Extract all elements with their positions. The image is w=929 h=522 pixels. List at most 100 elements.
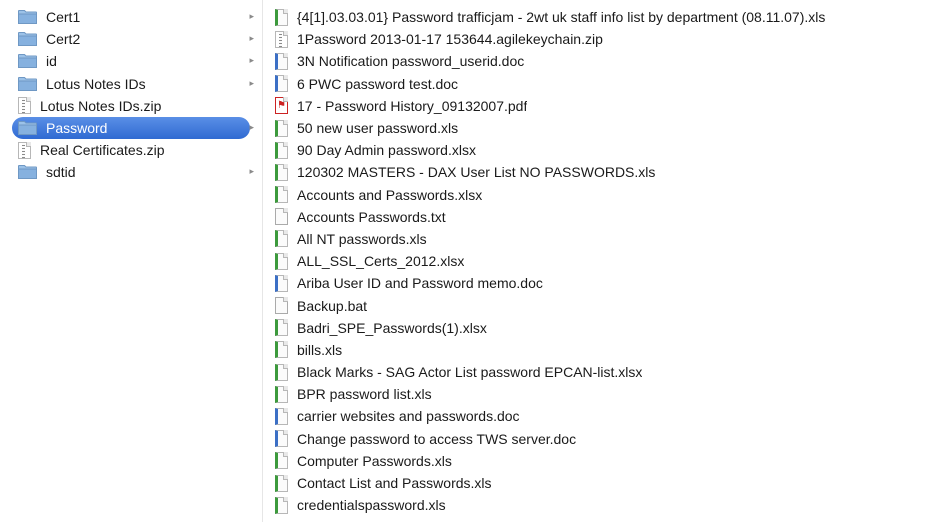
file-item-row[interactable]: 120302 MASTERS - DAX User List NO PASSWO… [263, 161, 929, 183]
file-item-row[interactable]: credentialspassword.xls [263, 494, 929, 516]
spreadsheet-file-icon [275, 363, 288, 381]
spreadsheet-file-icon [275, 252, 288, 270]
spreadsheet-file-icon [275, 319, 288, 337]
file-item-row[interactable]: carrier websites and passwords.doc [263, 405, 929, 427]
spreadsheet-file-icon [275, 8, 288, 26]
file-item-label: Computer Passwords.xls [297, 452, 452, 469]
sidebar-item-row[interactable]: sdtid ▸ [0, 161, 262, 183]
file-item-label: Badri_SPE_Passwords(1).xlsx [297, 319, 487, 336]
spreadsheet-file-icon [275, 119, 288, 137]
file-item-row[interactable]: 6 PWC password test.doc [263, 73, 929, 95]
sidebar-item-label: Cert1 [46, 9, 81, 26]
spreadsheet-file-icon [275, 163, 288, 181]
file-item-row[interactable]: ⚑ 17 - Password History_09132007.pdf [263, 95, 929, 117]
sidebar-item-label: Password [46, 120, 108, 137]
file-item-label: Accounts and Passwords.xlsx [297, 186, 483, 203]
file-item-label: 1Password 2013-01-17 153644.agilekeychai… [297, 31, 603, 48]
file-item-label: 90 Day Admin password.xlsx [297, 142, 476, 159]
file-item-label: Backup.bat [297, 297, 368, 314]
word-document-icon [275, 274, 288, 292]
file-item-label: 50 new user password.xls [297, 120, 459, 137]
folder-icon [18, 165, 37, 180]
spreadsheet-file-icon [275, 474, 288, 492]
parent-folder-column: Cert1 ▸ Cert2 ▸ id ▸ Lotus Notes IDs ▸ Lotus Not… [0, 0, 263, 522]
sidebar-item-label: Cert2 [46, 31, 81, 48]
chevron-right-icon: ▸ [249, 33, 254, 44]
sidebar-item-label: Lotus Notes IDs.zip [40, 97, 162, 114]
file-item-row[interactable]: Black Marks - SAG Actor List password EP… [263, 361, 929, 383]
chevron-right-icon: ▸ [249, 166, 254, 177]
spreadsheet-file-icon [275, 452, 288, 470]
sidebar-item-row[interactable]: Password ▸ [12, 116, 254, 140]
file-item-row[interactable]: ALL_SSL_Certs_2012.xlsx [263, 250, 929, 272]
file-item-label: carrier websites and passwords.doc [297, 408, 520, 425]
spreadsheet-file-icon [275, 141, 288, 159]
chevron-right-icon: ▸ [249, 11, 254, 21]
file-item-label: BPR password list.xls [297, 386, 432, 403]
zip-file-icon [275, 30, 288, 48]
sidebar-item-label: Lotus Notes IDs [46, 75, 146, 92]
file-item-label: Accounts Passwords.txt [297, 208, 446, 225]
sidebar-item-row[interactable]: Lotus Notes IDs ▸ [0, 73, 262, 95]
folder-icon [18, 121, 37, 136]
file-item-row[interactable]: 1Password 2013-01-17 153644.agilekeychai… [263, 28, 929, 50]
file-item-label: Contact List and Passwords.xls [297, 475, 492, 492]
file-item-label: {4[1].03.03.01} Password trafficjam - 2w… [297, 9, 826, 26]
file-item-row[interactable]: Computer Passwords.xls [263, 450, 929, 472]
file-item-label: Black Marks - SAG Actor List password EP… [297, 364, 643, 381]
word-document-icon [275, 75, 288, 93]
folder-icon [18, 54, 37, 69]
file-item-label: ALL_SSL_Certs_2012.xlsx [297, 253, 465, 270]
zip-file-icon [18, 97, 31, 115]
pdf-file-icon: ⚑ [275, 97, 288, 115]
spreadsheet-file-icon [275, 230, 288, 248]
file-item-row[interactable]: Accounts and Passwords.xlsx [263, 184, 929, 206]
folder-icon [18, 76, 37, 91]
file-item-row[interactable]: Backup.bat [263, 294, 929, 316]
spreadsheet-file-icon [275, 496, 288, 514]
file-item-label: Ariba User ID and Password memo.doc [297, 275, 543, 292]
word-document-icon [275, 407, 288, 425]
file-item-row[interactable]: bills.xls [263, 339, 929, 361]
file-item-row[interactable]: Accounts Passwords.txt [263, 206, 929, 228]
zip-file-icon [18, 141, 31, 159]
sidebar-item-row[interactable]: id ▸ [0, 50, 262, 72]
file-item-label: All NT passwords.xls [297, 230, 427, 247]
spreadsheet-file-icon [275, 385, 288, 403]
password-folder-contents-column: {4[1].03.03.01} Password trafficjam - 2w… [263, 0, 929, 522]
word-document-icon [275, 430, 288, 448]
file-item-label: bills.xls [297, 341, 343, 358]
file-item-label: 3N Notification password_userid.doc [297, 53, 525, 70]
file-item-label: 17 - Password History_09132007.pdf [297, 97, 528, 114]
word-document-icon [275, 52, 288, 70]
file-item-label: 6 PWC password test.doc [297, 75, 459, 92]
sidebar-item-label: Real Certificates.zip [40, 142, 165, 159]
file-item-row[interactable]: Badri_SPE_Passwords(1).xlsx [263, 317, 929, 339]
spreadsheet-file-icon [275, 186, 288, 204]
file-item-row[interactable]: Change password to access TWS server.doc [263, 428, 929, 450]
chevron-right-icon: ▸ [249, 77, 254, 88]
sidebar-item-label: id [46, 53, 57, 70]
file-item-label: 120302 MASTERS - DAX User List NO PASSWO… [297, 164, 656, 181]
folder-icon [18, 10, 37, 25]
spreadsheet-file-icon [275, 341, 288, 359]
file-item-row[interactable]: Ariba User ID and Password memo.doc [263, 272, 929, 294]
chevron-right-icon: ▸ [249, 121, 254, 132]
file-item-row[interactable]: {4[1].03.03.01} Password trafficjam - 2w… [263, 6, 929, 28]
file-item-row[interactable]: 3N Notification password_userid.doc [263, 50, 929, 72]
text-file-icon [275, 297, 288, 315]
folder-icon [18, 32, 37, 47]
text-file-icon [275, 208, 288, 226]
file-item-row[interactable]: BPR password list.xls [263, 383, 929, 405]
chevron-right-icon: ▸ [249, 55, 254, 66]
file-item-label: Change password to access TWS server.doc [297, 430, 577, 447]
file-item-row[interactable]: 50 new user password.xls [263, 117, 929, 139]
sidebar-item-label: sdtid [46, 164, 76, 181]
file-item-row[interactable]: 90 Day Admin password.xlsx [263, 139, 929, 161]
file-item-row[interactable]: All NT passwords.xls [263, 228, 929, 250]
file-item-row[interactable]: Contact List and Passwords.xls [263, 472, 929, 494]
sidebar-item-row[interactable]: Cert1 ▸ [0, 6, 262, 28]
sidebar-item-row[interactable]: Real Certificates.zip [0, 139, 262, 161]
sidebar-item-row[interactable]: Lotus Notes IDs.zip [0, 95, 262, 117]
sidebar-item-row[interactable]: Cert2 ▸ [0, 28, 262, 50]
